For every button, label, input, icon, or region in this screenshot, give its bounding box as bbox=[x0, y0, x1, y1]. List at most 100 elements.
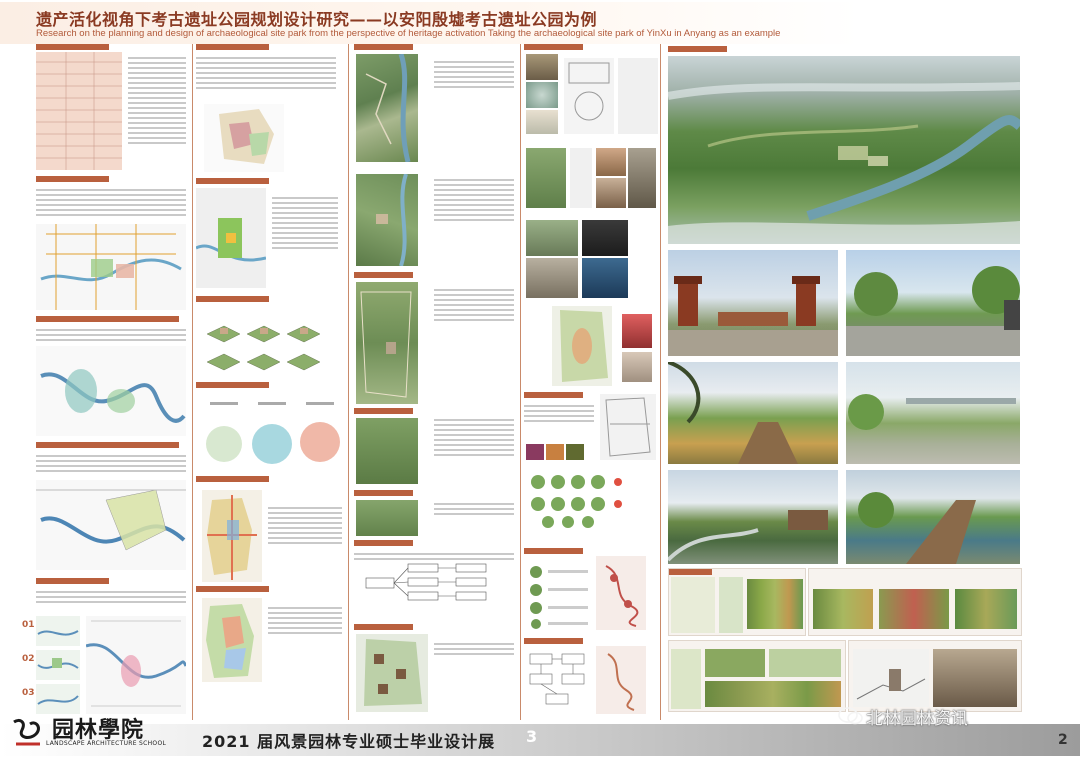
land-use-map bbox=[196, 188, 266, 288]
small-map bbox=[36, 684, 80, 714]
text-block bbox=[36, 452, 186, 475]
table-lines bbox=[36, 52, 122, 170]
section-header bbox=[36, 316, 179, 322]
section-header bbox=[668, 46, 727, 52]
plaza-rendering bbox=[846, 250, 1020, 356]
small-map bbox=[36, 616, 80, 646]
exhibition-title: 2021 届风景园林专业硕士毕业设计展 bbox=[202, 732, 496, 751]
tree-species-list bbox=[526, 562, 596, 632]
route-plan bbox=[596, 646, 646, 714]
section-header bbox=[354, 540, 413, 546]
section-header bbox=[36, 578, 109, 584]
data-table bbox=[36, 52, 122, 170]
text-block bbox=[434, 640, 514, 658]
section-header bbox=[354, 624, 413, 630]
detail-photo bbox=[628, 148, 656, 208]
mini-plan bbox=[671, 649, 701, 709]
flower-photo bbox=[566, 444, 584, 460]
detail-photo bbox=[526, 258, 578, 298]
section-header bbox=[669, 569, 712, 575]
map-marker-label: 02 bbox=[22, 654, 35, 664]
detail-photo bbox=[582, 258, 628, 298]
text-block bbox=[36, 326, 186, 344]
text-block bbox=[36, 186, 186, 219]
map-marker-label: 03 bbox=[22, 688, 35, 698]
ruins-photo bbox=[526, 82, 558, 108]
text-block bbox=[128, 54, 186, 147]
flower-photo bbox=[546, 444, 564, 460]
planting-plan bbox=[552, 306, 612, 386]
ruins-photo bbox=[526, 54, 558, 80]
detail-photo bbox=[570, 148, 592, 208]
mini-plan bbox=[671, 577, 715, 633]
section-header bbox=[196, 44, 269, 50]
diagram-circles bbox=[200, 394, 346, 464]
column-3 bbox=[354, 44, 518, 714]
detail-photo bbox=[526, 220, 578, 256]
detail-photo bbox=[582, 220, 628, 256]
site-plan-photos bbox=[356, 634, 428, 712]
ruins-photo bbox=[526, 110, 558, 134]
plant-swatches bbox=[705, 681, 841, 707]
water-rendering bbox=[668, 470, 838, 564]
aerial-plan bbox=[356, 54, 418, 162]
wechat-icon bbox=[838, 707, 863, 725]
mini-plan bbox=[705, 649, 765, 677]
section-header bbox=[354, 408, 413, 414]
aerial-plan bbox=[356, 418, 418, 484]
school-logo-en: LANDSCAPE ARCHITECTURE SCHOOL bbox=[46, 740, 167, 747]
flower-photo bbox=[526, 444, 544, 460]
river-map bbox=[36, 346, 186, 436]
poster-subtitle-en: Research on the planning and design of a… bbox=[36, 28, 781, 39]
section-header bbox=[354, 490, 413, 496]
plant-swatches bbox=[813, 589, 873, 629]
detail-map bbox=[86, 616, 186, 714]
text-block bbox=[36, 588, 186, 606]
exhibition-number: 3 bbox=[526, 727, 538, 746]
column-4 bbox=[524, 44, 658, 714]
aerial-plan bbox=[356, 174, 418, 266]
analysis-panel bbox=[848, 640, 1022, 712]
section-header bbox=[36, 176, 109, 182]
column-1: 01 02 03 bbox=[22, 44, 188, 714]
zone-plan bbox=[600, 394, 656, 460]
section-header bbox=[196, 382, 269, 388]
text-block bbox=[434, 286, 514, 324]
analysis-panel bbox=[808, 568, 1022, 636]
section-sketch bbox=[853, 649, 929, 707]
layout-diagram bbox=[618, 58, 658, 134]
small-map bbox=[36, 650, 80, 680]
site-boundary-map bbox=[36, 480, 186, 570]
section-header bbox=[196, 178, 269, 184]
section-header bbox=[354, 44, 413, 50]
school-logo-icon bbox=[13, 718, 40, 746]
mini-plan bbox=[719, 577, 743, 633]
wetland-rendering bbox=[668, 362, 838, 464]
section-header bbox=[524, 638, 583, 644]
section-header bbox=[196, 476, 269, 482]
tree-icon-grid bbox=[526, 470, 636, 530]
plant-swatches bbox=[879, 589, 949, 629]
text-block bbox=[196, 54, 336, 92]
aerial-rendering bbox=[668, 56, 1020, 244]
section-header bbox=[196, 586, 269, 592]
section-header bbox=[354, 272, 413, 278]
text-block bbox=[268, 504, 342, 547]
plant-swatches bbox=[747, 579, 803, 629]
location-map bbox=[36, 224, 186, 310]
detail-photo bbox=[596, 178, 626, 208]
functional-plan bbox=[202, 598, 262, 682]
route-plan bbox=[596, 556, 646, 630]
gate-rendering bbox=[668, 250, 838, 356]
flower-photo bbox=[622, 352, 652, 382]
aerial-plan bbox=[356, 282, 418, 404]
text-block bbox=[268, 604, 342, 637]
flow-diagram bbox=[365, 563, 487, 601]
detail-photo bbox=[933, 649, 1017, 707]
aerial-plan bbox=[356, 500, 418, 536]
zoning-map bbox=[204, 104, 284, 172]
detail-photo bbox=[526, 148, 566, 208]
text-block bbox=[272, 194, 338, 252]
section-header bbox=[36, 442, 179, 448]
flower-photo bbox=[622, 314, 652, 348]
